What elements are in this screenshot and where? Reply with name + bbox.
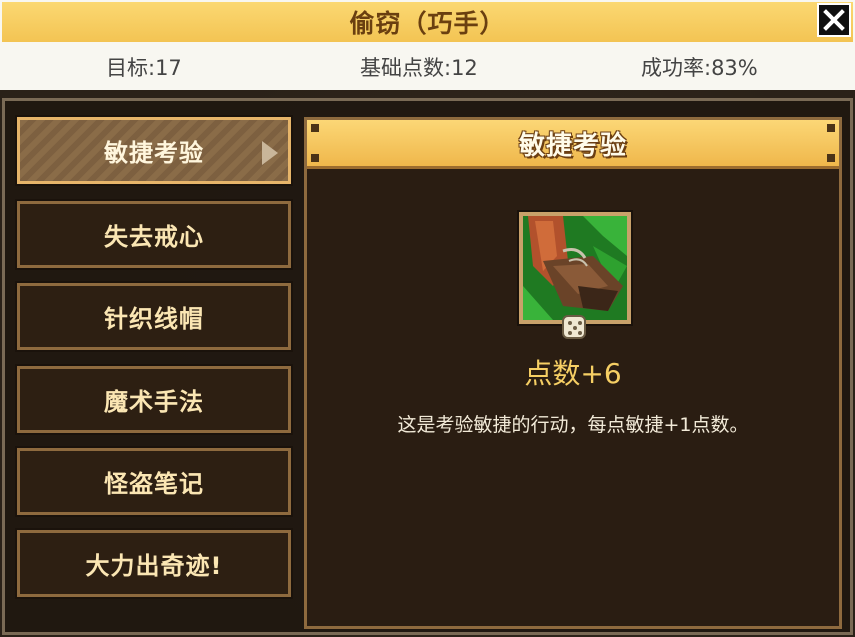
header-rivet [311, 154, 319, 162]
title-bar: 偷窃（巧手） [2, 2, 853, 42]
menu-item-lose-guard[interactable]: 失去戒心 [15, 199, 293, 270]
header-rivet [827, 154, 835, 162]
dice-icon [562, 315, 586, 339]
close-button[interactable] [817, 3, 851, 37]
points-bonus: 点数+6 [524, 357, 622, 390]
success-rate-value: 成功率:83% [641, 56, 758, 80]
skill-icon-frame [517, 210, 633, 326]
base-points-value: 基础点数:12 [360, 56, 478, 80]
menu-item-label: 大力出奇迹! [85, 552, 223, 580]
main-panel: 敏捷考验 失去戒心 针织线帽 魔术手法 怪盗笔记 大力出奇迹! 敏捷考验 点数+… [2, 98, 853, 635]
detail-title: 敏捷考验 [518, 130, 627, 161]
menu-item-label: 针织线帽 [104, 305, 204, 333]
menu-item-label: 怪盗笔记 [104, 470, 204, 498]
selected-arrow-icon [262, 141, 278, 165]
menu-item-knit-cap[interactable]: 针织线帽 [15, 281, 293, 352]
detail-header: 敏捷考验 [307, 120, 839, 169]
page-title: 偷窃（巧手） [349, 9, 506, 38]
close-icon [823, 9, 845, 31]
skill-description: 这是考验敏捷的行动，每点敏捷+1点数。 [397, 414, 749, 436]
menu-item-label: 魔术手法 [104, 388, 204, 416]
detail-panel: 敏捷考验 点数+6 这是考验敏捷的行动，每点敏捷+1点数。 [304, 117, 842, 629]
stats-row: 目标:17 基础点数:12 成功率:83% [0, 46, 855, 86]
header-rivet [827, 124, 835, 132]
header-rivet [311, 124, 319, 132]
menu-item-label: 敏捷考验 [104, 139, 204, 167]
menu-item-label: 失去戒心 [104, 223, 204, 251]
target-value: 目标:17 [106, 56, 182, 80]
menu-item-agility-check[interactable]: 敏捷考验 [15, 115, 293, 186]
header: 偷窃（巧手） 目标:17 基础点数:12 成功率:83% [0, 0, 855, 90]
menu-item-sleight-of-hand[interactable]: 魔术手法 [15, 364, 293, 435]
boot-skill-icon [523, 216, 627, 320]
menu-item-brute-force[interactable]: 大力出奇迹! [15, 528, 293, 599]
menu-item-thief-notes[interactable]: 怪盗笔记 [15, 446, 293, 517]
skill-check-screen: 偷窃（巧手） 目标:17 基础点数:12 成功率:83% 敏捷考验 失去戒心 针… [0, 0, 855, 637]
